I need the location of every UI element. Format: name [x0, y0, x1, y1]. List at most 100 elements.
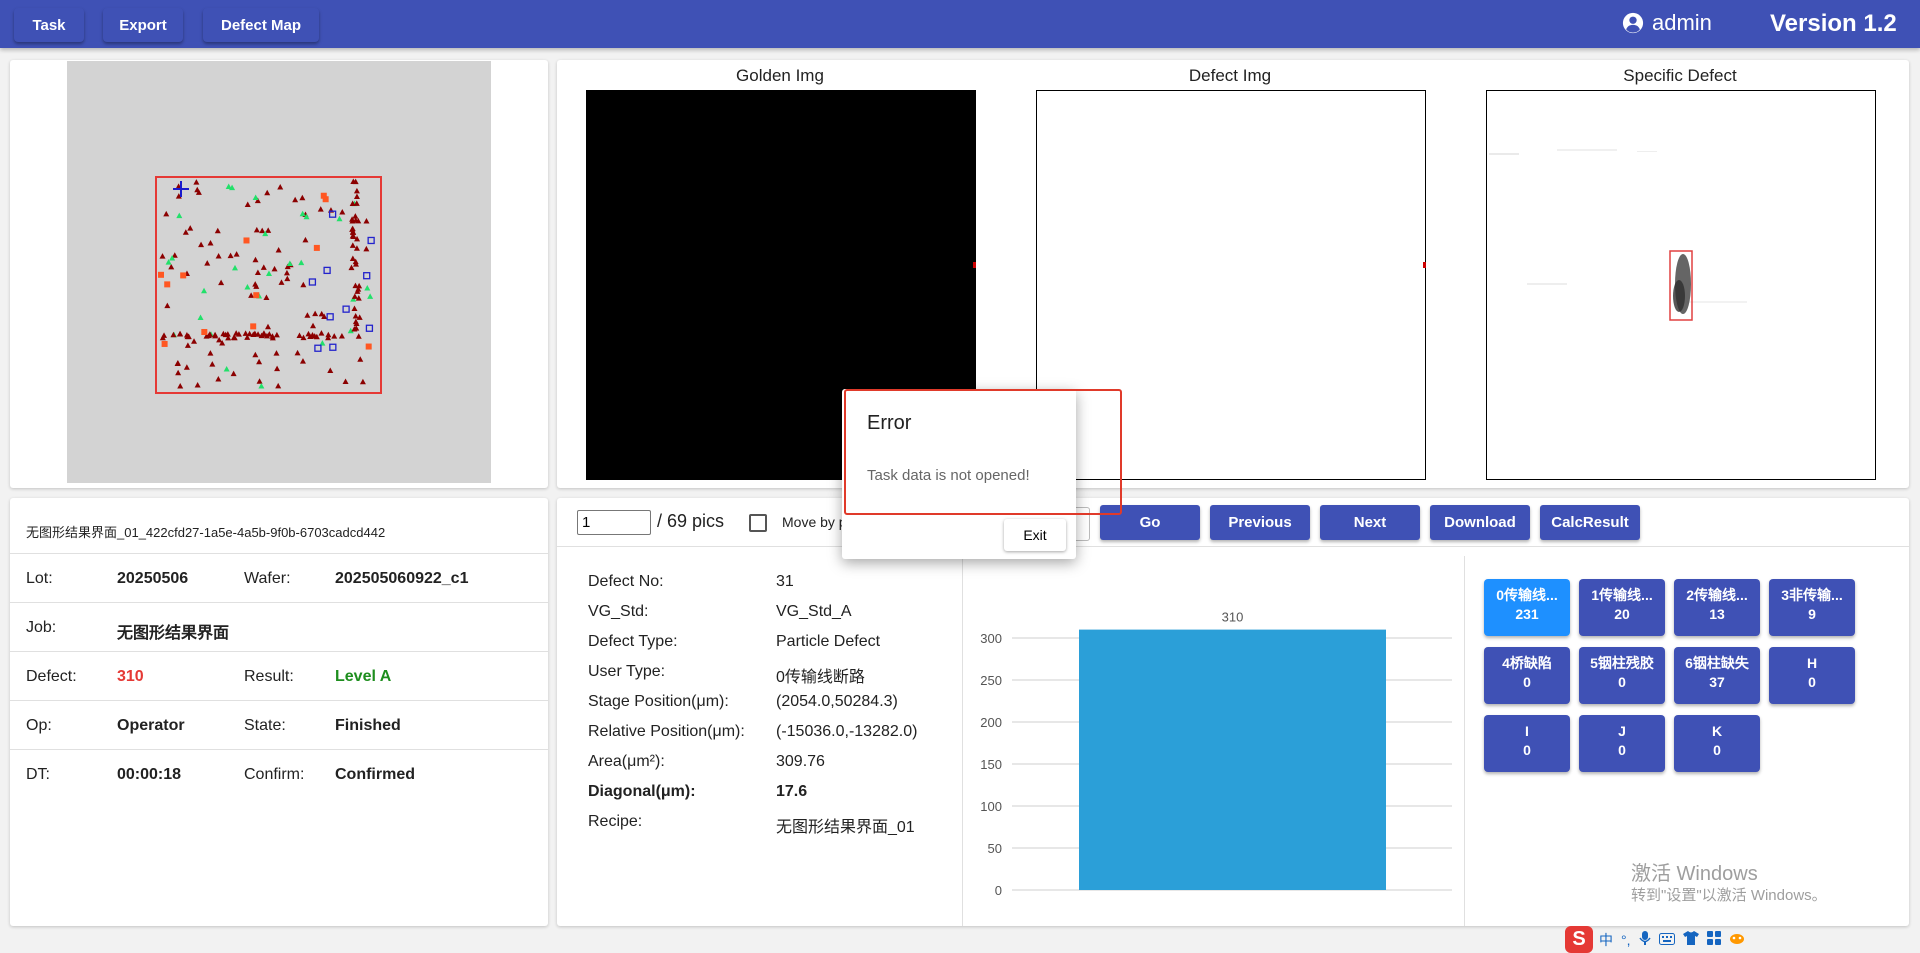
- defect-marker: [250, 323, 257, 330]
- download-button[interactable]: Download: [1430, 505, 1530, 540]
- ime-language[interactable]: 中: [1599, 930, 1613, 950]
- ime-mascot-icon[interactable]: [1729, 931, 1745, 948]
- class-button[interactable]: 6铟柱缺失 37: [1674, 647, 1760, 704]
- version-label: Version 1.2: [1770, 10, 1897, 37]
- defect-marker: [312, 310, 319, 317]
- activation-watermark-title: 激活 Windows: [1631, 863, 1758, 885]
- class-count: 9: [1808, 606, 1816, 622]
- keyboard-icon[interactable]: [1658, 932, 1675, 948]
- info-row-defect: Defect: 310 Result: Level A: [10, 651, 548, 700]
- calc-result-button[interactable]: CalcResult: [1540, 505, 1640, 540]
- defect-marker: [351, 293, 358, 299]
- chart-y-tick-label: 200: [980, 715, 1002, 730]
- defect-marker: [363, 217, 370, 224]
- defect-marker: [322, 196, 329, 203]
- defect-image-title: Defect Img: [1188, 66, 1272, 85]
- chart-y-tick-label: 300: [980, 631, 1002, 646]
- detail-key: Diagonal(μm):: [588, 783, 696, 800]
- exit-button[interactable]: Exit: [1004, 519, 1066, 551]
- defect-marker: [207, 350, 214, 356]
- wafer-map[interactable]: [67, 61, 491, 483]
- defect-marker: [314, 344, 322, 352]
- defect-marker: [227, 252, 234, 259]
- go-button[interactable]: Go: [1100, 505, 1200, 540]
- defect-marker: [342, 305, 350, 313]
- class-button[interactable]: 1传输线... 20: [1579, 579, 1665, 636]
- defect-marker: [298, 259, 305, 266]
- die-outline: [155, 176, 382, 394]
- chart-bar: [1079, 629, 1386, 890]
- defect-label: Defect:: [26, 668, 77, 685]
- defect-marker: [197, 314, 204, 320]
- info-row-lot: Lot: 20250506 Wafer: 202505060922_c1: [10, 553, 548, 602]
- defect-marker: [313, 244, 320, 251]
- class-label: H: [1806, 655, 1818, 671]
- defect-marker: [175, 369, 182, 376]
- defect-marker: [310, 322, 317, 329]
- info-row-op: Op: Operator State: Finished: [10, 700, 548, 749]
- class-label: J: [1618, 723, 1626, 739]
- file-name: 无图形结果界面_01_422cfd27-1a5e-4a5b-9f0b-6703c…: [26, 525, 386, 540]
- previous-button[interactable]: Previous: [1210, 505, 1310, 540]
- class-button[interactable]: K0: [1674, 715, 1760, 772]
- user-menu[interactable]: admin: [1622, 10, 1712, 36]
- detail-value: Particle Defect: [776, 633, 881, 650]
- chart-data-label: 310: [1222, 610, 1244, 625]
- next-button[interactable]: Next: [1320, 505, 1420, 540]
- ime-toolbar[interactable]: S 中 °,: [1565, 926, 1765, 953]
- class-button[interactable]: 5铟柱残胶 0: [1579, 647, 1665, 704]
- defect-marker: [359, 378, 366, 385]
- class-button[interactable]: 3非传输... 9: [1769, 579, 1855, 636]
- defect-marker: [256, 378, 263, 384]
- defect-marker: [252, 281, 259, 287]
- defect-marker: [338, 333, 345, 339]
- pic-number-input[interactable]: [577, 510, 651, 535]
- defect-marker: [252, 194, 259, 201]
- defect-marker: [184, 342, 191, 348]
- defect-marker: [201, 328, 208, 335]
- toolbox-icon[interactable]: [1706, 931, 1721, 948]
- result-value: Level A: [335, 668, 392, 685]
- task-menu-button[interactable]: Task: [14, 8, 84, 42]
- defect-marker: [201, 287, 208, 294]
- defect-marker: [218, 279, 225, 286]
- export-button[interactable]: Export: [103, 8, 183, 42]
- defect-marker: [233, 251, 240, 257]
- class-count: 231: [1515, 606, 1539, 622]
- chart-y-tick-label: 100: [980, 799, 1002, 814]
- defect-marker: [327, 367, 334, 373]
- detail-key: Relative Position(μm):: [588, 723, 745, 740]
- defect-image[interactable]: [1036, 90, 1426, 480]
- defect-marker: [367, 236, 375, 245]
- class-button[interactable]: 0传输线... 231: [1484, 579, 1570, 636]
- defect-marker: [352, 313, 359, 319]
- detail-value: (2054.0,50284.3): [776, 693, 898, 710]
- ime-punctuation[interactable]: °,: [1621, 932, 1631, 948]
- class-button[interactable]: 4桥缺陷 0: [1484, 647, 1570, 704]
- chart-divider: [1464, 556, 1465, 926]
- defect-marker: [284, 275, 291, 282]
- defect-marker: [299, 358, 306, 364]
- job-value: 无图形结果界面: [117, 625, 230, 642]
- class-button[interactable]: I0: [1484, 715, 1570, 772]
- defect-map-button[interactable]: Defect Map: [203, 8, 319, 42]
- skin-shirt-icon[interactable]: [1682, 931, 1699, 948]
- microphone-icon[interactable]: [1638, 930, 1651, 949]
- defect-marker: [273, 350, 280, 356]
- defect-marker: [363, 245, 370, 252]
- class-button[interactable]: J0: [1579, 715, 1665, 772]
- defect-marker: [349, 242, 356, 248]
- class-count: 20: [1614, 606, 1630, 622]
- move-by-checkbox[interactable]: [749, 514, 767, 532]
- defect-marker: [259, 227, 266, 234]
- defect-marker: [308, 278, 317, 286]
- specific-defect-image[interactable]: [1486, 90, 1876, 480]
- defect-marker: [265, 227, 272, 233]
- defect-marker: [296, 332, 303, 338]
- class-button[interactable]: 2传输线... 13: [1674, 579, 1760, 636]
- defect-marker: [357, 356, 364, 362]
- defect-marker: [292, 196, 299, 203]
- defect-marker: [258, 383, 265, 389]
- defect-marker: [348, 264, 355, 271]
- class-button[interactable]: H0: [1769, 647, 1855, 704]
